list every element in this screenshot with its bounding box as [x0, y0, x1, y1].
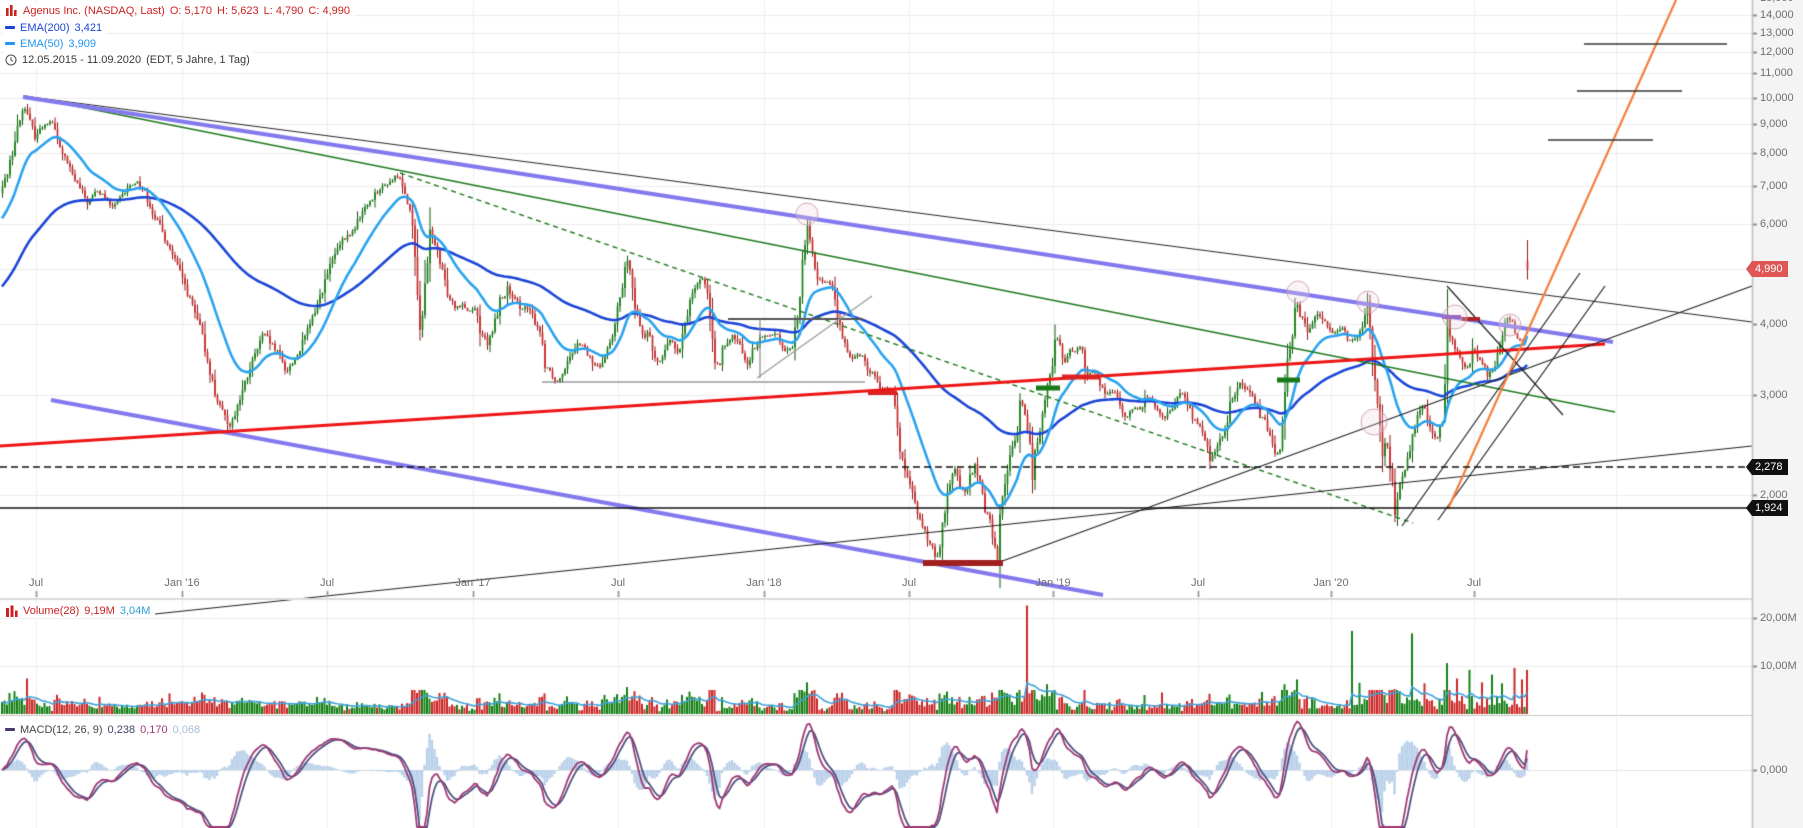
low-value: L: 4,790 — [263, 4, 304, 17]
axis-tick-label: 10,00M — [1760, 660, 1797, 672]
ema50-value: 3,909 — [68, 37, 96, 50]
time-tick-label: Jan '17 — [455, 577, 491, 589]
axis-tick-label: 3,000 — [1760, 389, 1788, 401]
symbol-legend[interactable]: Agenus Inc. (NASDAQ, Last) O: 5,170 H: 5… — [3, 3, 354, 18]
macd-hist-value: 0,068 — [172, 723, 201, 736]
time-tick-label: Jan '16 — [164, 577, 200, 589]
last-price-badge: 4,990 — [1746, 261, 1788, 277]
axis-tick-label: 13,000 — [1760, 27, 1794, 39]
time-tick-label: Jul — [1190, 577, 1206, 589]
axis-tick-label: 8,000 — [1760, 147, 1788, 159]
time-tick-label: Jan '18 — [746, 577, 782, 589]
axis-tick-label: 20,00M — [1760, 612, 1797, 624]
axis-tick-label: 12,000 — [1760, 46, 1794, 58]
macd-label: MACD(12, 26, 9) — [20, 723, 103, 736]
volume-bars-icon — [6, 605, 18, 617]
axis-tick-label: 0,000 — [1760, 764, 1788, 776]
ema50-swatch-icon — [5, 42, 15, 45]
volume-value: 9,19M — [84, 604, 115, 617]
ema50-label: EMA(50) — [20, 37, 64, 50]
symbol-name: Agenus Inc. (NASDAQ, Last) — [23, 4, 165, 17]
time-tick-label: Jan '19 — [1035, 577, 1071, 589]
price-level-badge: 2,278 — [1746, 459, 1788, 475]
ema200-legend[interactable]: EMA(200) 3,421 — [3, 20, 107, 35]
volume-legend[interactable]: Volume(28) 9,19M 3,04M — [3, 603, 155, 618]
macd-swatch-icon — [5, 728, 15, 731]
time-tick-label: Jul — [28, 577, 44, 589]
macd-legend[interactable]: MACD(12, 26, 9) 0,238 0,170 0,068 — [3, 722, 205, 737]
price-chart-canvas[interactable] — [0, 0, 1803, 828]
time-tick-label: Jul — [319, 577, 335, 589]
axis-tick-label: 9,000 — [1760, 118, 1788, 130]
axis-tick-label: 6,000 — [1760, 218, 1788, 230]
time-tick-label: Jul — [901, 577, 917, 589]
date-range-text: 12.05.2015 - 11.09.2020 — [22, 53, 142, 66]
chart-type-icon — [6, 5, 17, 16]
ema200-swatch-icon — [5, 26, 15, 29]
open-value: O: 5,170 — [169, 4, 213, 17]
axis-tick-label: 7,000 — [1760, 180, 1788, 192]
volume-ma-value: 3,04M — [119, 604, 151, 617]
close-value: C: 4,990 — [308, 4, 350, 17]
date-range-row: 12.05.2015 - 11.09.2020 (EDT, 5 Jahre, 1… — [3, 52, 254, 67]
axis-tick-label: 14,000 — [1760, 9, 1794, 21]
ema200-value: 3,421 — [74, 21, 103, 34]
charting-app: Agenus Inc. (NASDAQ, Last) O: 5,170 H: 5… — [0, 0, 1803, 828]
macd-signal-value: 0,170 — [140, 723, 168, 736]
high-value: H: 5,623 — [217, 4, 259, 17]
time-tick-label: Jul — [1466, 577, 1482, 589]
axis-tick-label: 4,000 — [1760, 318, 1788, 330]
axis-tick-label: 11,000 — [1760, 67, 1793, 79]
clock-icon — [5, 53, 17, 66]
price-level-badge: 1,924 — [1746, 500, 1788, 516]
ema50-legend[interactable]: EMA(50) 3,909 — [3, 36, 100, 51]
axis-tick-label: 15,000 — [1760, 0, 1794, 4]
timeframe-text: (EDT, 5 Jahre, 1 Tag) — [146, 53, 250, 66]
time-tick-label: Jul — [610, 577, 626, 589]
volume-label: Volume(28) — [23, 604, 80, 617]
ema200-label: EMA(200) — [20, 21, 70, 34]
axis-tick-label: 10,000 — [1760, 92, 1794, 104]
macd-line-value: 0,238 — [107, 723, 136, 736]
time-tick-label: Jan '20 — [1313, 577, 1349, 589]
